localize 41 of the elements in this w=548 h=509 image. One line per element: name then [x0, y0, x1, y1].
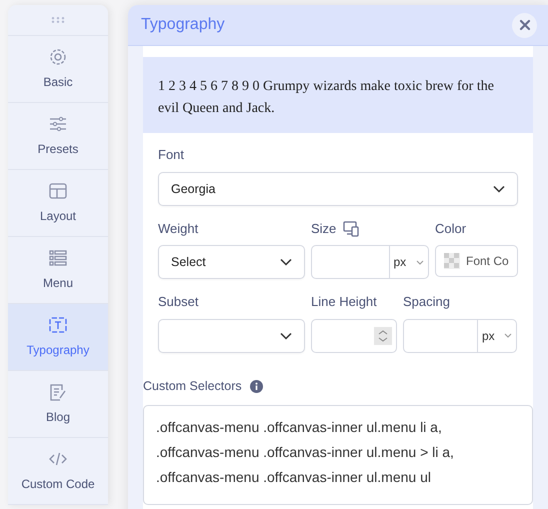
preview-text: 1 2 3 4 5 6 7 8 9 0 Grumpy wizards make toxic brew for the evil Queen and Jack. [143, 57, 533, 134]
sidebar-item[interactable]: Basic [8, 36, 108, 103]
custom-selectors-field[interactable]: .offcanvas-menu .offcanvas-inner ul.menu li a, .offcanvas-menu .offcanvas-inner ul.menu > li a, .offcanvas-menu .offcanvas-inner ul.menu ul [143, 404, 533, 505]
sidebar-item[interactable]: Custom Code [8, 438, 108, 505]
close-button[interactable] [512, 12, 537, 38]
field-label: Spacing [403, 293, 451, 312]
sidebar-item[interactable]: Blog [8, 371, 108, 438]
checkerboard-icon [444, 253, 460, 270]
font-select[interactable]: Georgia [158, 172, 518, 206]
line-height-input[interactable] [311, 318, 396, 353]
field-label: Custom Selectors [143, 378, 242, 395]
drag-handle-icon[interactable] [51, 17, 65, 23]
panel-title: Typography [141, 15, 225, 35]
field-label: Weight [158, 220, 200, 238]
sidebar-item[interactable]: Presets [8, 103, 108, 170]
field-label: Font [158, 146, 186, 164]
spinner-icon[interactable] [374, 326, 392, 345]
text-icon [48, 315, 68, 335]
field-label: Subset [158, 293, 200, 312]
sliders-icon [48, 114, 68, 134]
close-icon [518, 19, 530, 31]
chevron-down-icon [504, 333, 512, 338]
spacing-input[interactable]: px [403, 318, 517, 353]
responsive-devices-icon[interactable] [342, 220, 359, 237]
sidebar-item[interactable]: Layout [8, 170, 108, 237]
document-edit-icon [48, 382, 68, 402]
layout-icon [48, 181, 68, 201]
field-label: Line Height [311, 293, 378, 312]
gear-icon [48, 47, 68, 67]
chevron-down-icon [280, 332, 292, 340]
chevron-down-icon [416, 260, 424, 265]
sidebar-item[interactable]: Typography [8, 304, 108, 371]
weight-select[interactable]: Select [158, 245, 304, 280]
color-picker-button[interactable]: Font Co [435, 245, 518, 278]
chevron-down-icon [280, 258, 292, 266]
chevron-down-icon [493, 184, 505, 193]
list-icon [48, 248, 68, 268]
size-input[interactable]: px [311, 245, 428, 280]
field-label: Color [435, 220, 468, 238]
info-icon[interactable] [250, 380, 263, 393]
field-label: Size [311, 220, 336, 238]
